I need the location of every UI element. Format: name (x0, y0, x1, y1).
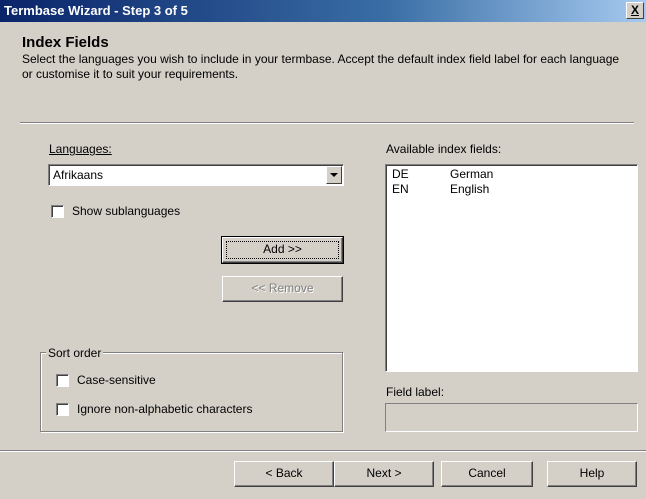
page-description: Select the languages you wish to include… (22, 52, 620, 81)
field-label-label: Field label: (386, 385, 445, 399)
languages-label-text: Languages: (49, 142, 112, 156)
languages-label: Languages: (49, 142, 112, 156)
page-title: Index Fields (22, 34, 109, 51)
show-sublanguages-checkbox[interactable] (51, 205, 64, 218)
next-button[interactable]: Next > (334, 461, 434, 487)
focus-rect (226, 241, 339, 259)
add-button[interactable]: Add >> (221, 236, 344, 264)
ignore-non-alpha-checkbox[interactable] (56, 403, 69, 416)
help-button-label: Help (579, 466, 605, 480)
list-item-code: EN (392, 182, 409, 196)
close-icon[interactable]: X (626, 2, 644, 19)
cancel-button-label: Cancel (468, 466, 506, 480)
available-fields-list[interactable]: DE German EN English (385, 164, 638, 372)
sort-order-title: Sort order (46, 346, 104, 360)
list-item-name: English (450, 182, 490, 196)
list-item-code: DE (392, 167, 409, 181)
languages-selected: Afrikaans (53, 168, 104, 182)
sort-order-group (40, 352, 343, 432)
remove-button[interactable]: << Remove (222, 276, 343, 302)
back-button-label: < Back (265, 466, 303, 480)
show-sublanguages-label[interactable]: Show sublanguages (72, 204, 180, 218)
back-button[interactable]: < Back (234, 461, 334, 487)
help-button[interactable]: Help (547, 461, 637, 487)
languages-dropdown[interactable]: Afrikaans (48, 164, 344, 186)
header-divider (20, 122, 634, 124)
case-sensitive-label[interactable]: Case-sensitive (77, 373, 156, 387)
cancel-button[interactable]: Cancel (441, 461, 533, 487)
ignore-non-alpha-label[interactable]: Ignore non-alphabetic characters (77, 402, 252, 416)
footer-divider (0, 450, 646, 452)
available-fields-label: Available index fields: (386, 142, 502, 156)
field-label-input[interactable] (385, 403, 638, 432)
remove-button-label: << Remove (251, 281, 314, 295)
next-button-label: Next > (366, 466, 402, 480)
case-sensitive-checkbox[interactable] (56, 374, 69, 387)
dropdown-arrow-icon[interactable] (326, 166, 342, 184)
list-item-name: German (450, 167, 494, 181)
title-bar: Termbase Wizard - Step 3 of 5 X (0, 0, 646, 22)
window-title: Termbase Wizard - Step 3 of 5 (4, 3, 188, 18)
